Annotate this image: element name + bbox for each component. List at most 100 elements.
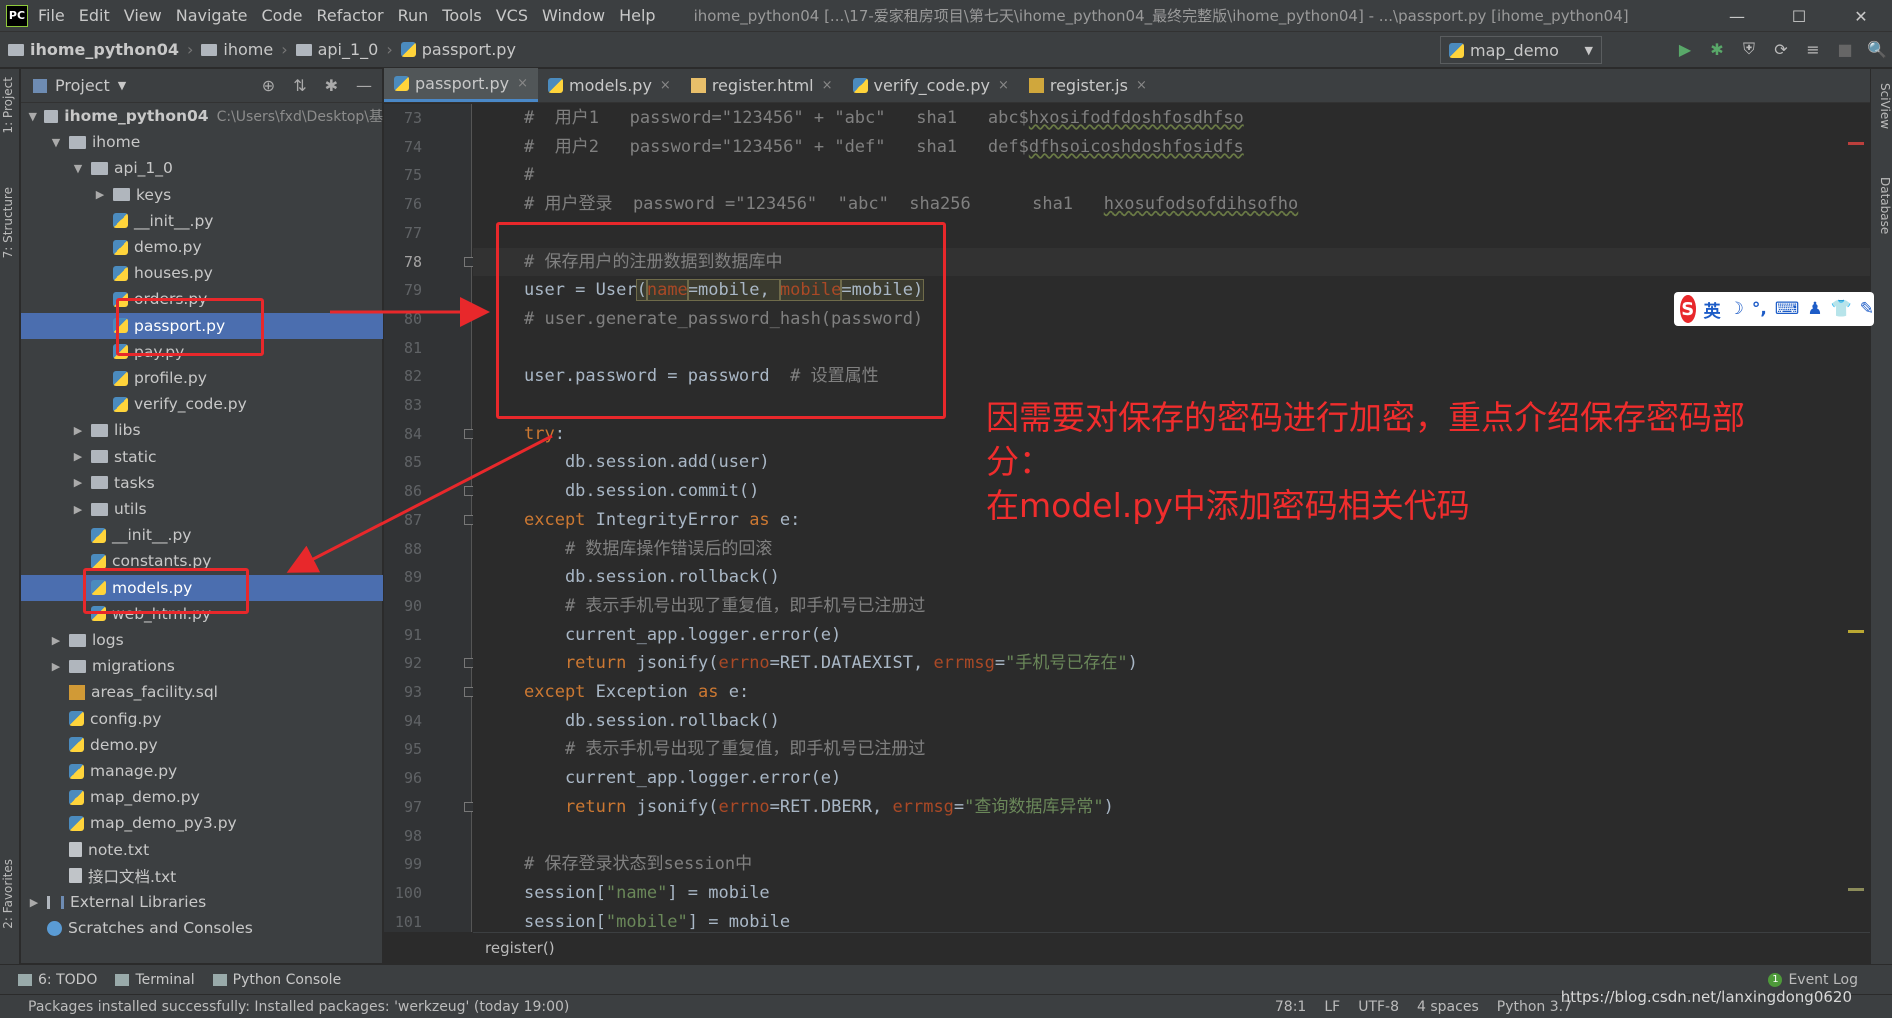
code-line[interactable]: session["mobile"] = mobile	[473, 908, 1870, 932]
chevron-right-icon[interactable]: ▶	[49, 660, 63, 673]
tree-item[interactable]: ▼ ihome_python04 C:\Users\fxd\Desktop\基	[21, 103, 383, 129]
tools-icon[interactable]: ✎	[1860, 299, 1874, 319]
code-line[interactable]: session["name"] = mobile	[473, 879, 1870, 908]
menu-help[interactable]: Help	[619, 6, 655, 25]
tree-item[interactable]: __init__.py	[21, 522, 383, 548]
profile-icon[interactable]: ⟳	[1770, 38, 1792, 60]
menu-vcs[interactable]: VCS	[496, 6, 528, 25]
code-line[interactable]: current_app.logger.error(e)	[473, 621, 1870, 650]
search-icon[interactable]: 🔍	[1866, 38, 1888, 60]
chevron-right-icon[interactable]: ▶	[71, 503, 85, 516]
breadcrumb-ihome[interactable]: ihome ›	[201, 40, 288, 59]
tree-item[interactable]: ▶ External Libraries	[21, 889, 383, 915]
ime-language-icon[interactable]: 英	[1704, 297, 1721, 322]
tree-item[interactable]: houses.py	[21, 260, 383, 286]
collapse-icon[interactable]: ⇅	[293, 76, 306, 95]
structure-tool-button[interactable]: 7: Structure	[1, 187, 19, 258]
favorites-tool-button[interactable]: 2: Favorites	[1, 859, 19, 929]
file-encoding[interactable]: UTF-8	[1358, 999, 1399, 1015]
code-line[interactable]: # 表示手机号出现了重复值，即手机号已注册过	[473, 592, 1870, 621]
ime-moon-icon[interactable]: ☽	[1729, 299, 1744, 319]
tree-item[interactable]: areas_facility.sql	[21, 679, 383, 705]
editor-tab[interactable]: register.html ×	[681, 68, 843, 102]
tree-item[interactable]: profile.py	[21, 365, 383, 391]
code-line[interactable]: return jsonify(errno=RET.DATAEXIST, errm…	[473, 649, 1870, 678]
tree-item[interactable]: map_demo_py3.py	[21, 810, 383, 836]
debug-icon[interactable]: ✱	[1706, 38, 1728, 60]
user-icon[interactable]: ♟	[1807, 299, 1822, 319]
ime-toolbar[interactable]: S 英 ☽ °, ⌨ ♟ 👕 ✎	[1674, 292, 1874, 326]
chevron-down-icon[interactable]: ▼	[27, 110, 38, 123]
code-line[interactable]: # 用户1 password="123456" + "abc" sha1 abc…	[473, 104, 1870, 133]
tree-item[interactable]: ▶ keys	[21, 182, 383, 208]
line-separator[interactable]: LF	[1324, 999, 1340, 1015]
close-tab-icon[interactable]: ×	[998, 78, 1009, 93]
chevron-right-icon[interactable]: ▶	[27, 896, 41, 909]
close-tab-icon[interactable]: ×	[517, 76, 528, 91]
project-tool-button[interactable]: 1: Project	[1, 77, 19, 134]
code-line[interactable]	[473, 822, 1870, 851]
tree-item[interactable]: ▶ migrations	[21, 653, 383, 679]
tree-item[interactable]: ▶ tasks	[21, 470, 383, 496]
project-view-select[interactable]: Project	[55, 76, 110, 95]
tree-item[interactable]: map_demo.py	[21, 784, 383, 810]
event-log-button[interactable]: 1 Event Log	[1768, 972, 1858, 988]
chevron-right-icon[interactable]: ▶	[93, 188, 107, 201]
code-line[interactable]: # 数据库操作错误后的回滚	[473, 535, 1870, 564]
locate-icon[interactable]: ⊕	[262, 76, 275, 95]
tree-item[interactable]: ▶ utils	[21, 496, 383, 522]
hide-icon[interactable]: —	[356, 76, 372, 95]
close-icon[interactable]: ✕	[1830, 0, 1892, 32]
code-line[interactable]: # 用户2 password="123456" + "def" sha1 def…	[473, 133, 1870, 162]
editor-tab[interactable]: register.js ×	[1019, 68, 1157, 102]
code-line[interactable]: # 保存登录状态到session中	[473, 850, 1870, 879]
menu-code[interactable]: Code	[262, 6, 303, 25]
close-tab-icon[interactable]: ×	[822, 78, 833, 93]
chevron-right-icon[interactable]: ▶	[49, 634, 63, 647]
database-tool-button[interactable]: Database	[1874, 177, 1892, 234]
editor-tab[interactable]: passport.py ×	[384, 68, 539, 102]
maximize-icon[interactable]: ☐	[1768, 0, 1830, 32]
status-message[interactable]: Packages installed successfully: Install…	[28, 999, 569, 1015]
tree-item[interactable]: config.py	[21, 706, 383, 732]
menu-run[interactable]: Run	[398, 6, 429, 25]
code-line[interactable]: current_app.logger.error(e)	[473, 764, 1870, 793]
editor-tab[interactable]: models.py ×	[538, 68, 681, 102]
warning-mark[interactable]	[1848, 888, 1864, 891]
breadcrumb-api[interactable]: api_1_0 ›	[295, 40, 393, 59]
indent-setting[interactable]: 4 spaces	[1417, 999, 1479, 1015]
chevron-right-icon[interactable]: ▶	[71, 476, 85, 489]
terminal-tool-button[interactable]: Terminal	[115, 972, 195, 988]
chevron-right-icon[interactable]: ▶	[71, 424, 85, 437]
tree-item[interactable]: demo.py	[21, 234, 383, 260]
keyboard-icon[interactable]: ⌨	[1775, 299, 1800, 319]
sciview-tool-button[interactable]: SciView	[1874, 83, 1892, 129]
menu-window[interactable]: Window	[542, 6, 605, 25]
concurrency-icon[interactable]: ≡	[1802, 38, 1824, 60]
ime-punctuation-icon[interactable]: °,	[1752, 299, 1767, 319]
warning-mark[interactable]	[1848, 630, 1864, 633]
error-mark[interactable]	[1848, 142, 1864, 145]
tree-item[interactable]: 接口文档.txt	[21, 863, 383, 889]
tree-item[interactable]: __init__.py	[21, 208, 383, 234]
chevron-down-icon[interactable]: ▼	[118, 79, 126, 92]
tree-item[interactable]: ▼ api_1_0	[21, 155, 383, 181]
tree-item[interactable]: ▼ ihome	[21, 129, 383, 155]
code-line[interactable]: db.session.rollback()	[473, 563, 1870, 592]
menu-refactor[interactable]: Refactor	[316, 6, 383, 25]
stop-icon[interactable]: ■	[1834, 38, 1856, 60]
run-icon[interactable]: ▶	[1674, 38, 1696, 60]
chevron-down-icon[interactable]: ▼	[49, 136, 63, 149]
coverage-icon[interactable]: ⛨	[1738, 38, 1760, 60]
chevron-right-icon[interactable]: ▶	[71, 450, 85, 463]
tree-item[interactable]: Scratches and Consoles	[21, 915, 383, 941]
gear-icon[interactable]: ✱	[325, 76, 338, 95]
code-line[interactable]: #	[473, 161, 1870, 190]
close-tab-icon[interactable]: ×	[1136, 78, 1147, 93]
code-line[interactable]: # 表示手机号出现了重复值，即手机号已注册过	[473, 735, 1870, 764]
menu-file[interactable]: File	[38, 6, 65, 25]
tree-item[interactable]: ▶ static	[21, 444, 383, 470]
tree-item[interactable]: manage.py	[21, 758, 383, 784]
minimize-icon[interactable]: —	[1706, 0, 1768, 32]
tree-item[interactable]: ▶ logs	[21, 627, 383, 653]
